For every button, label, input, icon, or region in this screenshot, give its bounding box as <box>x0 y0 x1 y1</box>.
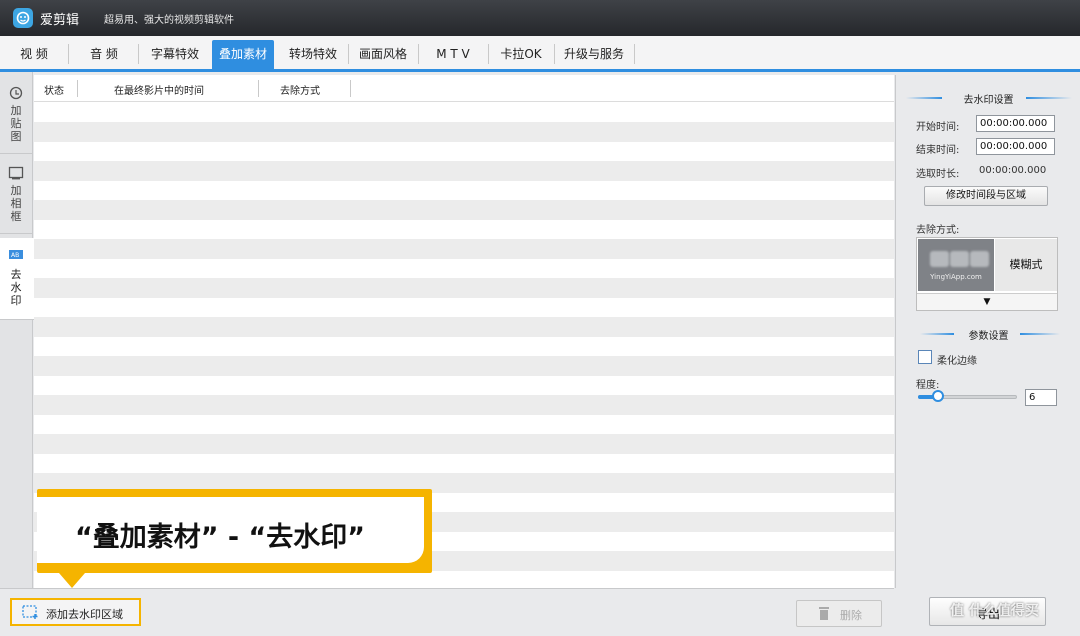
delete-label: 删除 <box>840 609 862 622</box>
add-watermark-region-button[interactable]: 添加去水印区域 <box>10 598 141 626</box>
watermark-icon: AB <box>9 250 23 259</box>
column-header-status[interactable]: 状态 <box>44 82 64 97</box>
title-bar: 爱剪辑 超易用、强大的视频剪辑软件 <box>0 0 1080 36</box>
tab-overlay-material[interactable]: 叠加素材 <box>212 40 274 69</box>
app-name: 爱剪辑 <box>40 13 80 28</box>
degree-slider-handle[interactable] <box>932 390 944 402</box>
frame-icon <box>8 166 24 180</box>
svg-text:AB: AB <box>11 252 19 259</box>
bottom-toolbar: 添加去水印区域 删除 <box>0 588 894 636</box>
remove-mode-label: 去除方式: <box>916 225 960 236</box>
watermark-settings-panel: 去水印设置 开始时间: 00:00:00.000 结束时间: 00:00:00.… <box>895 75 1080 588</box>
tab-upgrade-service[interactable]: 升级与服务 <box>556 40 632 69</box>
section-divider <box>1020 333 1060 335</box>
soften-edge-label: 柔化边缘 <box>937 356 977 367</box>
degree-input[interactable]: 6 <box>1025 389 1057 406</box>
tab-picture-style[interactable]: 画面风格 <box>350 40 416 69</box>
mode-dropdown-arrow-icon[interactable]: ▼ <box>917 293 1057 310</box>
soften-edge-checkbox[interactable] <box>918 350 932 364</box>
main-tab-bar: 视 频 音 频 字幕特效 叠加素材 转场特效 画面风格 M T V 卡拉OK 升… <box>0 36 1080 72</box>
column-header-time[interactable]: 在最终影片中的时间 <box>114 82 204 97</box>
add-region-icon <box>22 605 38 619</box>
app-logo-icon <box>13 8 33 28</box>
duration-value: 00:00:00.000 <box>979 165 1047 176</box>
end-time-label: 结束时间: <box>916 145 960 156</box>
duration-label: 选取时长: <box>916 169 960 180</box>
tab-subtitle-effects[interactable]: 字幕特效 <box>142 40 208 69</box>
modify-time-region-button[interactable]: 修改时间段与区域 <box>924 186 1048 206</box>
trash-icon <box>819 607 829 620</box>
end-time-input[interactable]: 00:00:00.000 <box>976 138 1055 155</box>
side-tab-label: 加相框 <box>10 184 22 223</box>
mode-preview-image: YingYiApp.com <box>918 239 994 291</box>
callout-text: “叠加素材” - “去水印” <box>75 522 365 553</box>
side-tab-add-frame[interactable]: 加相框 <box>0 156 32 234</box>
table-header: 状态 在最终影片中的时间 去除方式 <box>34 75 894 102</box>
tab-audio[interactable]: 音 频 <box>76 40 132 69</box>
app-slogan: 超易用、强大的视频剪辑软件 <box>104 15 234 26</box>
column-header-remove-mode[interactable]: 去除方式 <box>280 82 320 97</box>
start-time-input[interactable]: 00:00:00.000 <box>976 115 1055 132</box>
remove-mode-selector[interactable]: YingYiApp.com 模糊式 ▼ <box>916 237 1058 311</box>
start-time-label: 开始时间: <box>916 122 960 133</box>
side-tab-bar: 加贴图 加相框 AB 去水印 <box>0 72 34 588</box>
sticker-icon <box>9 86 23 100</box>
section-divider <box>1026 97 1072 99</box>
tab-transition-effects[interactable]: 转场特效 <box>280 40 346 69</box>
side-tab-remove-watermark[interactable]: AB 去水印 <box>0 238 34 320</box>
callout-pointer <box>59 573 85 588</box>
tab-video[interactable]: 视 频 <box>6 40 62 69</box>
mode-value: 模糊式 <box>995 239 1057 291</box>
app-window: 爱剪辑 超易用、强大的视频剪辑软件 视 频 音 频 字幕特效 叠加素材 转场特效… <box>0 0 1080 636</box>
side-tab-add-sticker[interactable]: 加贴图 <box>0 78 32 154</box>
delete-button[interactable]: 删除 <box>796 600 882 627</box>
side-tab-label: 加贴图 <box>10 104 22 143</box>
tab-mtv[interactable]: M T V <box>422 40 484 69</box>
side-tab-label: 去水印 <box>10 268 22 307</box>
mode-preview-text: YingYiApp.com <box>930 273 982 281</box>
tab-karaoke[interactable]: 卡拉OK <box>490 40 552 69</box>
add-region-label: 添加去水印区域 <box>46 608 123 621</box>
degree-label: 程度: <box>916 380 940 391</box>
callout-inner: “叠加素材” - “去水印” <box>37 497 424 563</box>
callout-box: “叠加素材” - “去水印” <box>37 489 432 573</box>
site-watermark: 值 什么值得买 <box>950 603 1039 619</box>
